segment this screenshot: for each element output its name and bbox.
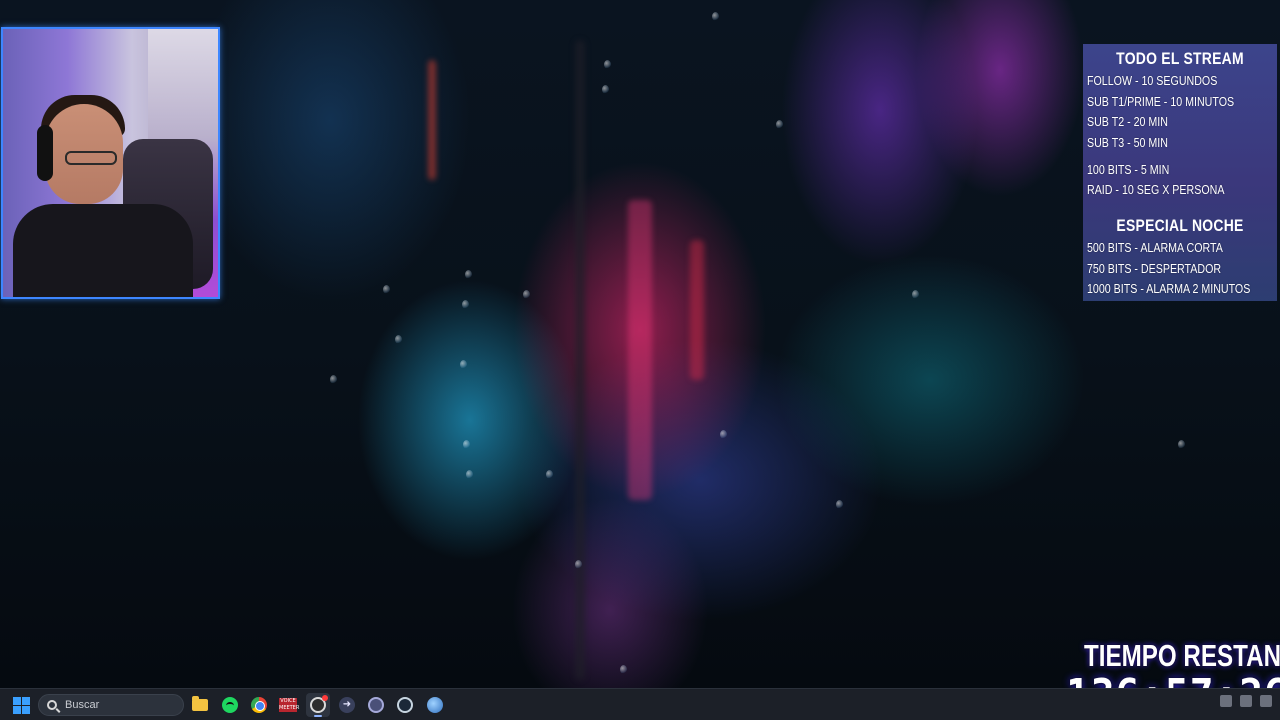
panel-line: RAID - 10 SEG X PERSONA: [1087, 182, 1225, 197]
volume-icon[interactable]: [1240, 695, 1252, 707]
panel-line: 100 BITS - 5 MIN: [1087, 162, 1170, 177]
spotify-button[interactable]: [218, 693, 242, 717]
steam-button[interactable]: [393, 693, 417, 717]
timer-label: TIEMPO RESTANTE:: [1084, 638, 1280, 673]
globe-icon: [427, 697, 443, 713]
webcam-overlay: [1, 27, 220, 299]
panel-line: SUB T2 - 20 MIN: [1087, 114, 1168, 129]
app-button[interactable]: [364, 693, 388, 717]
obs-icon: [310, 695, 328, 713]
panel-line: 500 BITS - ALARMA CORTA: [1087, 240, 1223, 255]
rewards-panel: TODO EL STREAM FOLLOW - 10 SEGUNDOS SUB …: [1083, 44, 1277, 301]
windows-icon: [12, 696, 30, 714]
chrome-button[interactable]: [247, 693, 271, 717]
arrow-app-icon: ➜: [339, 697, 355, 713]
globe-button[interactable]: [423, 693, 447, 717]
panel-title-night: ESPECIAL NOCHE: [1116, 216, 1244, 235]
notification-icon[interactable]: [1260, 695, 1272, 707]
panel-line: FOLLOW - 10 SEGUNDOS: [1087, 73, 1218, 88]
arrow-app-button[interactable]: ➜: [335, 693, 359, 717]
system-tray: [1220, 695, 1272, 707]
panel-line: 1000 BITS - ALARMA 2 MINUTOS: [1087, 281, 1251, 296]
panel-line: SUB T3 - 50 MIN: [1087, 135, 1168, 150]
voicemeeter-button[interactable]: VOICE MEETER: [276, 693, 300, 717]
folder-icon: [192, 696, 208, 711]
spotify-icon: [222, 697, 238, 713]
search-placeholder: Buscar: [65, 699, 100, 711]
steam-icon: [397, 697, 413, 713]
chevron-up-icon[interactable]: [1220, 695, 1232, 707]
active-indicator: [314, 715, 322, 717]
taskbar: Buscar VOICE MEETER ➜: [0, 688, 1280, 720]
file-explorer-button[interactable]: [188, 693, 212, 717]
chrome-icon: [251, 697, 267, 713]
app-icon: [368, 697, 384, 713]
obs-button[interactable]: [306, 693, 330, 717]
search-icon: [47, 700, 57, 710]
start-button[interactable]: [9, 693, 33, 717]
voicemeeter-icon: VOICE MEETER: [279, 698, 300, 712]
panel-line: 750 BITS - DESPERTADOR: [1087, 261, 1222, 276]
panel-line: SUB T1/PRIME - 10 MINUTOS: [1087, 94, 1235, 109]
panel-title-stream: TODO EL STREAM: [1116, 49, 1244, 68]
search-input[interactable]: Buscar: [38, 694, 184, 716]
